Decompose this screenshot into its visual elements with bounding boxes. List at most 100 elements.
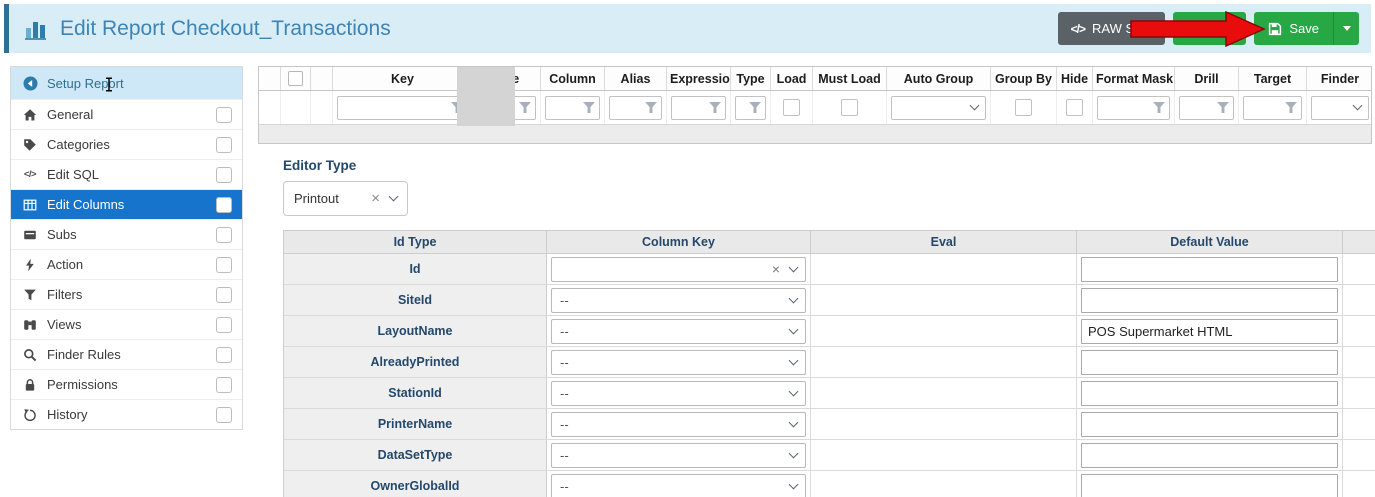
subs-checkbox[interactable] — [216, 227, 232, 243]
history-checkbox[interactable] — [216, 407, 232, 423]
views-checkbox[interactable] — [216, 317, 232, 333]
chevron-down-icon — [789, 386, 799, 396]
sidebar-item-general[interactable]: General — [11, 99, 242, 129]
clear-icon[interactable]: × — [371, 190, 380, 207]
column-key-select[interactable]: -- — [551, 412, 806, 437]
grid-header-hide[interactable]: Hide — [1057, 67, 1093, 90]
filter-must-load-box[interactable] — [841, 99, 858, 116]
filter-alias-input[interactable] — [609, 96, 662, 120]
finder-rules-checkbox[interactable] — [216, 347, 232, 363]
header-actions: </> RAW SQL Run Save — [1058, 12, 1359, 45]
column-key-select[interactable]: -- — [551, 319, 806, 344]
save-split-button: Save — [1254, 12, 1359, 45]
funnel-icon — [21, 288, 39, 302]
column-key-select[interactable]: -- — [551, 350, 806, 375]
default-value-input[interactable] — [1081, 412, 1338, 437]
default-value-input[interactable] — [1081, 381, 1338, 406]
run-button[interactable]: Run — [1173, 12, 1247, 45]
filter-hide-box[interactable] — [1066, 99, 1083, 116]
funnel-icon — [1217, 102, 1229, 113]
save-dropdown-button[interactable] — [1333, 12, 1359, 45]
categories-checkbox[interactable] — [216, 137, 232, 153]
action-checkbox[interactable] — [216, 257, 232, 273]
sidebar: Setup Report General Categories — [10, 66, 243, 430]
column-key-select[interactable]: -- — [551, 381, 806, 406]
grid-header-group-by[interactable]: Group By — [991, 67, 1057, 90]
filter-group-by-box[interactable] — [1015, 99, 1032, 116]
chevron-down-icon — [1353, 101, 1363, 111]
default-value-input[interactable] — [1081, 443, 1338, 468]
permissions-checkbox[interactable] — [216, 377, 232, 393]
column-key-select[interactable]: -- — [551, 474, 806, 497]
table-icon — [21, 198, 39, 212]
eval-cell — [811, 254, 1077, 284]
default-value-input[interactable] — [1081, 257, 1338, 282]
grid-header-drill[interactable]: Drill — [1175, 67, 1239, 90]
filter-drill-input[interactable] — [1179, 96, 1234, 120]
home-icon — [21, 108, 39, 122]
drag-ghost-overlay — [457, 67, 515, 126]
filter-column-input[interactable] — [545, 96, 600, 120]
eval-cell — [811, 285, 1077, 315]
filter-finder-select[interactable] — [1311, 96, 1369, 120]
editor-type-select[interactable]: Printout × — [283, 181, 408, 216]
grid-header-alias[interactable]: Alias — [605, 67, 667, 90]
raw-sql-button[interactable]: </> RAW SQL — [1058, 12, 1165, 45]
sidebar-item-action[interactable]: Action — [11, 249, 242, 279]
sidebar-item-categories[interactable]: Categories — [11, 129, 242, 159]
filter-format-mask-input[interactable] — [1097, 96, 1170, 120]
filter-auto-group-select[interactable] — [891, 96, 986, 120]
save-icon — [1268, 22, 1282, 36]
code-icon: </> — [21, 169, 39, 180]
column-key-select[interactable]: -- — [551, 443, 806, 468]
sidebar-item-history[interactable]: History — [11, 399, 242, 429]
grid-empty-area — [259, 125, 1371, 143]
sidebar-item-permissions[interactable]: Permissions — [11, 369, 242, 399]
column-key-select[interactable]: -- — [551, 288, 806, 313]
editor-type-section: Editor Type Printout × Id Type Column Ke… — [283, 158, 1375, 497]
sidebar-setup-report[interactable]: Setup Report — [11, 67, 242, 99]
default-value-input[interactable] — [1081, 350, 1338, 375]
grid-header-key[interactable]: Key — [333, 67, 473, 90]
columns-grid-filter-row — [259, 91, 1371, 125]
edit-sql-checkbox[interactable] — [216, 167, 232, 183]
grid-header-load[interactable]: Load — [771, 67, 813, 90]
default-value-input[interactable] — [1081, 319, 1338, 344]
sidebar-item-finder-rules[interactable]: Finder Rules — [11, 339, 242, 369]
sidebar-item-subs[interactable]: Subs — [11, 219, 242, 249]
filter-target-input[interactable] — [1243, 96, 1302, 120]
chevron-down-icon — [789, 293, 799, 303]
sidebar-item-edit-columns[interactable]: Edit Columns — [11, 189, 242, 219]
filter-load-box[interactable] — [783, 99, 800, 116]
sidebar-item-views[interactable]: Views — [11, 309, 242, 339]
sidebar-item-edit-sql[interactable]: </> Edit SQL — [11, 159, 242, 189]
filter-type-input[interactable] — [735, 96, 766, 120]
row-label: LayoutName — [284, 316, 547, 346]
grid-header-type[interactable]: Type — [731, 67, 771, 90]
run-label: Run — [1207, 21, 1231, 36]
table-row: SiteId -- — [284, 285, 1375, 316]
clear-icon[interactable]: × — [772, 261, 780, 277]
general-checkbox[interactable] — [216, 107, 232, 123]
grid-header-expression[interactable]: Expression — [667, 67, 731, 90]
grid-header-finder[interactable]: Finder — [1307, 67, 1373, 90]
text-cursor-icon — [104, 77, 114, 92]
grid-header-auto-group[interactable]: Auto Group — [887, 67, 991, 90]
save-button[interactable]: Save — [1254, 12, 1333, 45]
id-type-table-header: Id Type Column Key Eval Default Value — [284, 231, 1375, 254]
grid-header-target[interactable]: Target — [1239, 67, 1307, 90]
edit-columns-checkbox[interactable] — [216, 197, 232, 213]
default-value-input[interactable] — [1081, 474, 1338, 497]
sidebar-item-filters[interactable]: Filters — [11, 279, 242, 309]
grid-header-format-mask[interactable]: Format Mask — [1093, 67, 1175, 90]
editor-type-label: Editor Type — [283, 158, 1375, 173]
default-value-input[interactable] — [1081, 288, 1338, 313]
filter-key-input[interactable] — [337, 96, 468, 120]
column-key-select[interactable]: × — [551, 257, 806, 282]
chevron-down-icon — [789, 417, 799, 427]
grid-header-column[interactable]: Column — [541, 67, 605, 90]
select-all-checkbox[interactable] — [288, 71, 303, 86]
grid-header-must-load[interactable]: Must Load — [813, 67, 887, 90]
filter-expression-input[interactable] — [671, 96, 726, 120]
filters-checkbox[interactable] — [216, 287, 232, 303]
